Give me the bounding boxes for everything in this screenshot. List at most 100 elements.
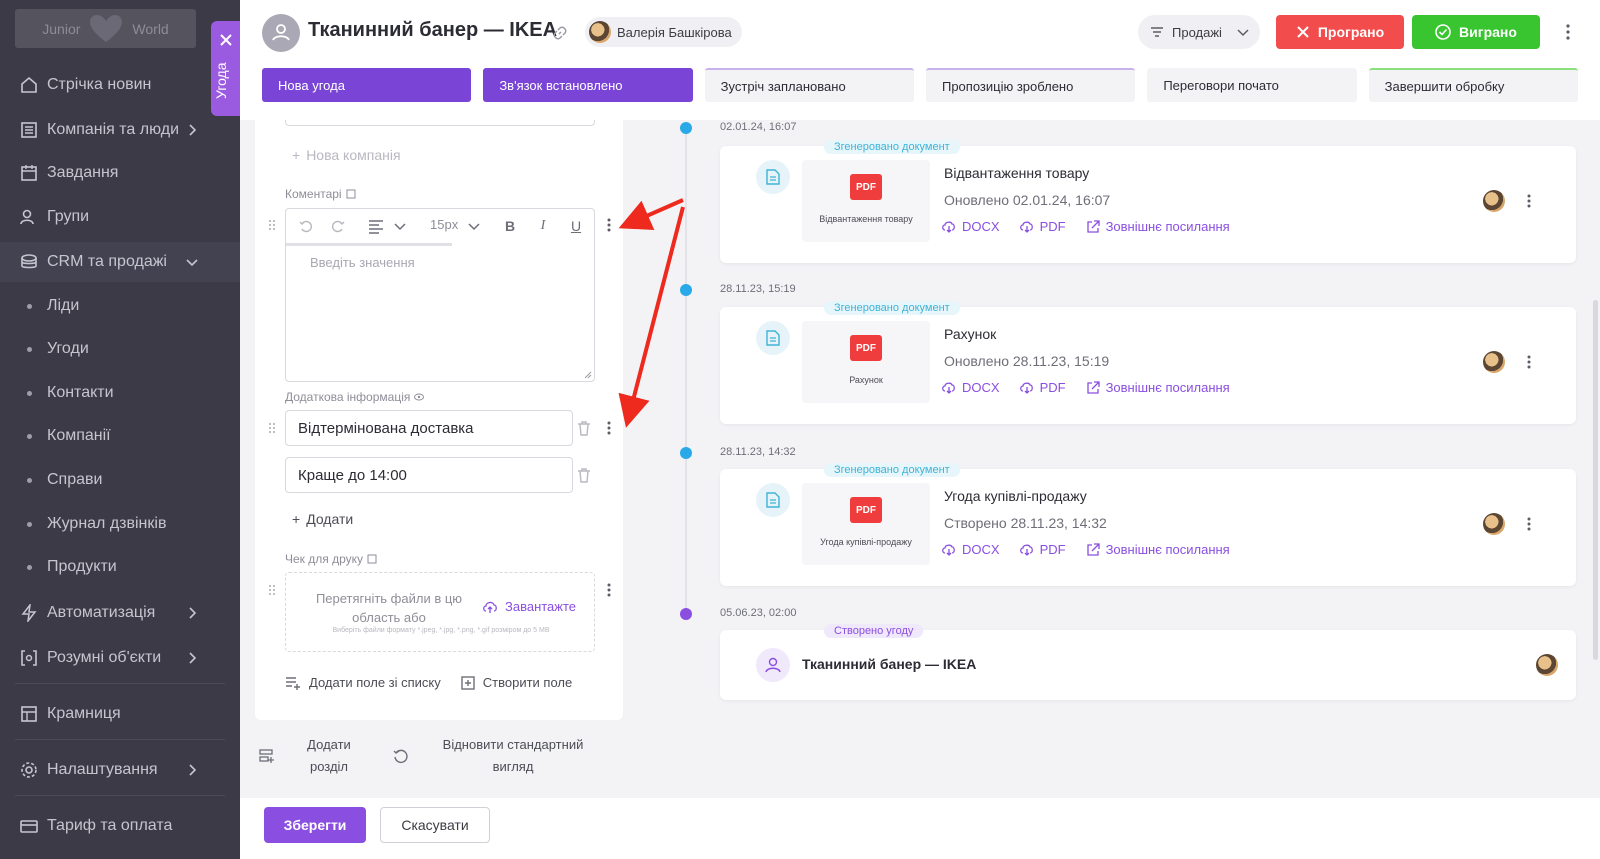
stage-contact-established[interactable]: Зв'язок встановлено xyxy=(483,68,693,102)
info-icon xyxy=(367,554,377,564)
docx-download-link[interactable]: DOCX xyxy=(942,380,1000,395)
docx-download-link[interactable]: DOCX xyxy=(942,542,1000,557)
drag-handle-icon[interactable] xyxy=(267,218,277,232)
underline-icon[interactable]: U xyxy=(568,218,584,234)
stage-proposal-made[interactable]: Пропозицію зроблено xyxy=(925,68,1136,102)
sidebar-subitem-leads[interactable]: Ліди xyxy=(0,286,240,326)
deal-side-tab[interactable]: Угода xyxy=(211,21,241,116)
create-field-button[interactable]: Створити поле xyxy=(461,675,572,690)
file-dropzone[interactable]: Перетягніть файли в цю область або Заван… xyxy=(285,572,595,652)
restore-icon[interactable] xyxy=(393,748,409,764)
close-icon[interactable] xyxy=(219,33,233,47)
add-value-label: Додати xyxy=(306,511,354,527)
docx-label: DOCX xyxy=(962,542,1000,557)
extra-info-field-2[interactable]: Краще до 14:00 xyxy=(285,457,573,493)
won-button-label: Виграно xyxy=(1459,24,1517,40)
generated-document-badge: Згенеровано документ xyxy=(824,463,960,477)
sidebar-item-automation[interactable]: Автоматизація xyxy=(0,593,240,633)
new-company-link[interactable]: + Нова компанія xyxy=(292,147,401,163)
more-options-icon[interactable] xyxy=(1527,194,1531,208)
sidebar-subitem-call-log[interactable]: Журнал дзвінків xyxy=(0,504,240,544)
document-updated: Оновлено 28.11.23, 15:19 xyxy=(944,353,1110,369)
drag-handle-icon[interactable] xyxy=(267,421,277,435)
more-options-icon[interactable] xyxy=(1565,22,1571,42)
sidebar-subitem-deals[interactable]: Угоди xyxy=(0,329,240,369)
chevron-down-icon xyxy=(186,259,198,267)
resize-grip-icon[interactable] xyxy=(584,371,592,379)
pdf-download-link[interactable]: PDF xyxy=(1019,219,1066,234)
chevron-down-icon[interactable] xyxy=(392,218,408,234)
cancel-button[interactable]: Скасувати xyxy=(380,807,490,843)
pdf-download-link[interactable]: PDF xyxy=(1019,380,1066,395)
document-links: DOCX PDF Зовнішнє посилання xyxy=(942,219,1230,234)
italic-icon[interactable]: I xyxy=(535,218,551,234)
more-options-icon[interactable] xyxy=(1527,355,1531,369)
external-link[interactable]: Зовнішнє посилання xyxy=(1086,380,1230,395)
more-options-icon[interactable] xyxy=(607,583,611,597)
company-field[interactable] xyxy=(285,120,595,126)
stage-finish[interactable]: Завершити обробку xyxy=(1368,68,1578,102)
lost-button[interactable]: Програно xyxy=(1276,15,1404,49)
chevron-down-icon[interactable] xyxy=(466,218,482,234)
docx-download-link[interactable]: DOCX xyxy=(942,219,1000,234)
sidebar-item-smart-objects[interactable]: Розумні об'єкти xyxy=(0,638,240,678)
comments-editor[interactable]: 15px B I U Введіть значення xyxy=(285,208,595,382)
sidebar-item-groups[interactable]: Групи xyxy=(0,197,240,237)
dropzone-hint: Виберіть файли формату *.jpeg, *.jpg, *.… xyxy=(332,627,550,634)
owner-chip[interactable]: Валерія Башкірова xyxy=(585,17,742,47)
sidebar-item-settings[interactable]: Налаштування xyxy=(0,750,240,790)
sidebar-item-crm[interactable]: CRM та продажі xyxy=(0,242,240,282)
trash-icon[interactable] xyxy=(577,420,591,436)
pdf-thumbnail[interactable]: PDF Рахунок xyxy=(802,321,930,403)
stage-negotiations[interactable]: Переговори почато xyxy=(1147,68,1357,102)
sidebar-subitem-cases[interactable]: Справи xyxy=(0,460,240,500)
extra-info-field-1[interactable]: Відтермінована доставка xyxy=(285,410,573,446)
sidebar-subitem-contacts[interactable]: Контакти xyxy=(0,373,240,413)
pipeline-select[interactable]: Продажі xyxy=(1138,15,1260,49)
document-links: DOCX PDF Зовнішнє посилання xyxy=(942,542,1230,557)
redo-icon[interactable] xyxy=(330,218,346,234)
pdf-thumbnail[interactable]: PDF Відвантаження товару xyxy=(802,160,930,242)
more-options-icon[interactable] xyxy=(607,218,611,232)
font-size-value[interactable]: 15px xyxy=(430,217,458,232)
won-button[interactable]: Виграно xyxy=(1412,15,1540,49)
sidebar-item-company[interactable]: Компанія та люди xyxy=(0,110,240,150)
align-icon[interactable] xyxy=(368,218,384,234)
save-button[interactable]: Зберегти xyxy=(264,807,366,843)
drag-handle-icon[interactable] xyxy=(267,583,277,597)
stage-new-deal[interactable]: Нова угода xyxy=(262,68,472,102)
timeline-card[interactable]: PDF Угода купівлі-продажу Угода купівлі-… xyxy=(720,469,1576,586)
bold-icon[interactable]: B xyxy=(502,218,518,234)
section-add-icon[interactable] xyxy=(259,748,275,764)
add-section-button[interactable]: Додати розділ xyxy=(301,734,357,778)
trash-icon[interactable] xyxy=(577,467,591,483)
sidebar-subitem-companies[interactable]: Компанії xyxy=(0,416,240,456)
link-icon[interactable] xyxy=(552,25,568,41)
timeline-card[interactable]: PDF Відвантаження товару Відвантаження т… xyxy=(720,146,1576,263)
sidebar-item-store[interactable]: Крамниця xyxy=(0,694,240,734)
logo[interactable]: Junior World xyxy=(15,9,196,48)
sidebar-item-news[interactable]: Стрічка новин xyxy=(0,65,240,105)
scrollbar[interactable] xyxy=(1593,300,1598,660)
sidebar-subitem-products[interactable]: Продукти xyxy=(0,547,240,587)
divider xyxy=(15,683,225,684)
more-options-icon[interactable] xyxy=(607,421,611,435)
restore-default-view-button[interactable]: Відновити стандартний вигляд xyxy=(433,734,593,778)
sidebar-item-billing[interactable]: Тариф та оплата xyxy=(0,806,240,846)
store-icon xyxy=(19,704,39,724)
more-options-icon[interactable] xyxy=(1527,517,1531,531)
timeline-card[interactable]: Тканинний банер — IKEA xyxy=(720,630,1576,700)
add-field-from-list-button[interactable]: Додати поле зі списку xyxy=(285,675,441,690)
sidebar-subitem-label: Журнал дзвінків xyxy=(47,515,167,532)
upload-link[interactable]: Завантажте xyxy=(482,599,576,614)
pdf-thumbnail[interactable]: PDF Угода купівлі-продажу xyxy=(802,483,930,565)
timeline-card[interactable]: PDF Рахунок Рахунок Оновлено 28.11.23, 1… xyxy=(720,307,1576,424)
add-value-link[interactable]: + Додати xyxy=(292,511,353,527)
sidebar-item-tasks[interactable]: Завдання xyxy=(0,153,240,193)
pdf-download-link[interactable]: PDF xyxy=(1019,542,1066,557)
external-link[interactable]: Зовнішнє посилання xyxy=(1086,542,1230,557)
calendar-icon xyxy=(19,163,39,183)
external-link[interactable]: Зовнішнє посилання xyxy=(1086,219,1230,234)
stage-meeting-scheduled[interactable]: Зустріч заплановано xyxy=(704,68,914,102)
undo-icon[interactable] xyxy=(298,218,314,234)
